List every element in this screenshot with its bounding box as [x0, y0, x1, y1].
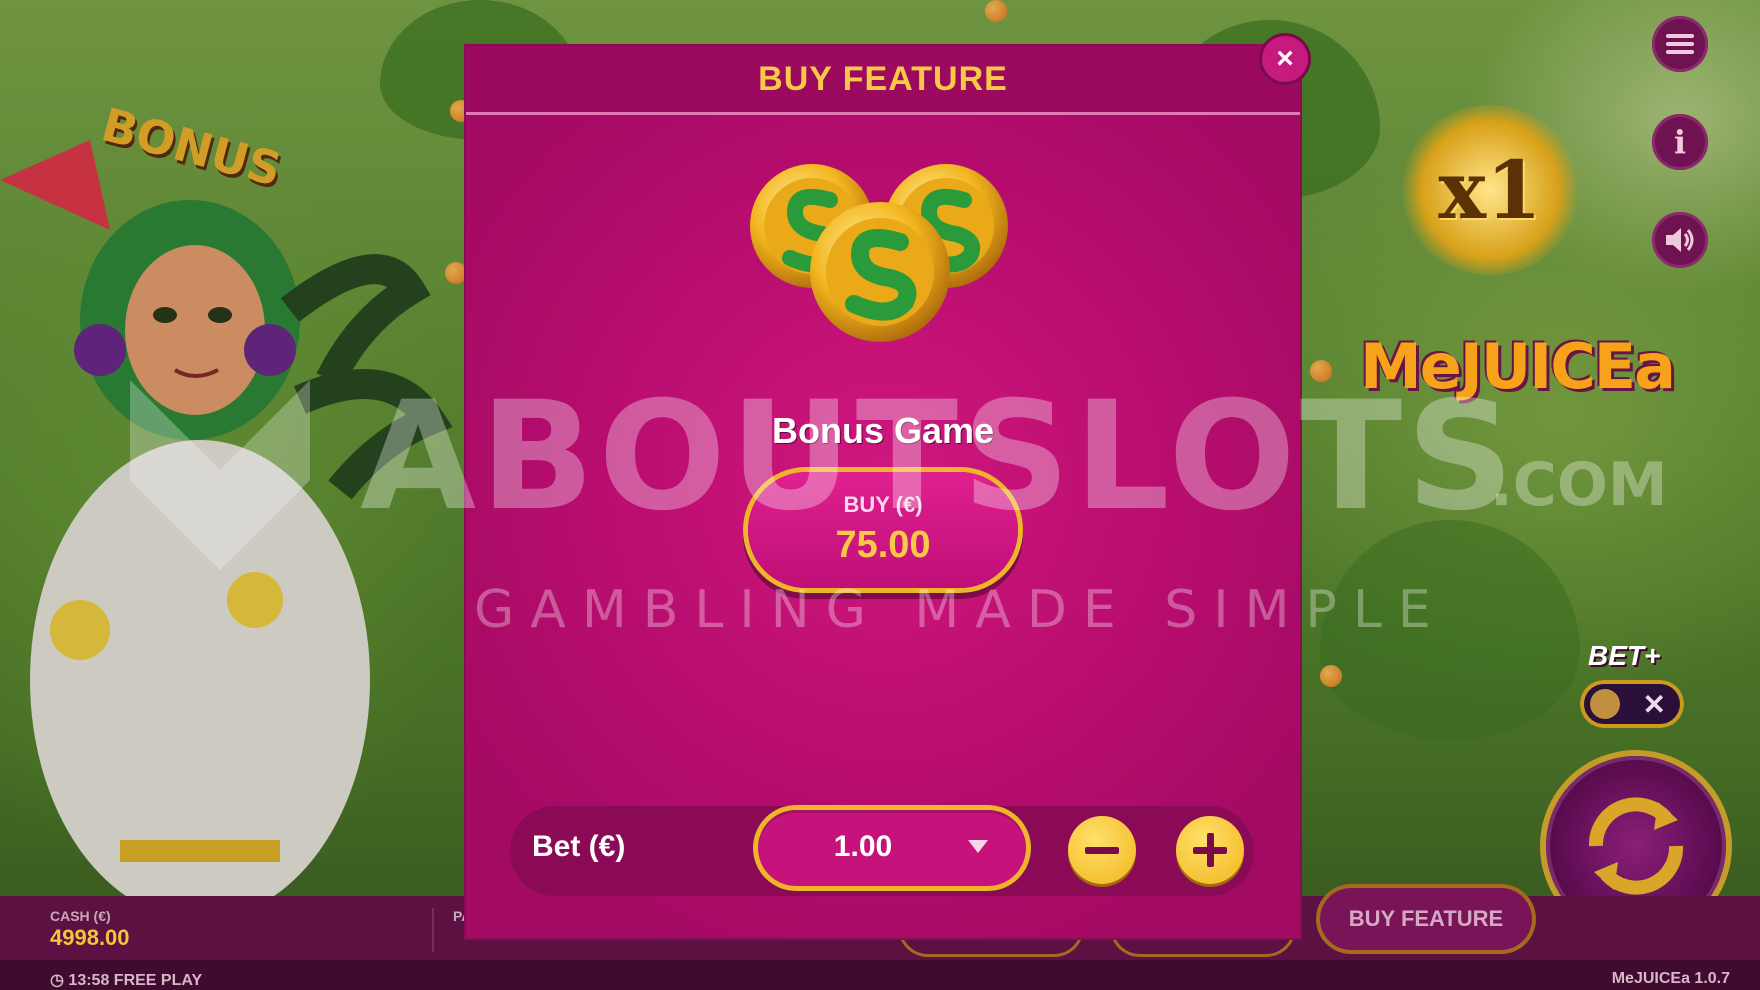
toggle-off-icon: ✕: [1642, 689, 1666, 720]
bet-increase-button[interactable]: [1176, 816, 1244, 884]
clock-icon: ◷: [50, 972, 64, 989]
watermark-logo-icon: [130, 380, 310, 570]
bet-decrease-button[interactable]: [1068, 816, 1136, 884]
cash-value: 4998.00: [50, 925, 130, 950]
spin-icon: [1588, 797, 1684, 895]
watermark-tagline: GAMBLING MADE SIMPLE: [474, 580, 1447, 640]
close-icon: ×: [1276, 42, 1294, 75]
modal-title: BUY FEATURE: [758, 59, 1008, 98]
watermark-main: ABOUTSLOTS: [360, 370, 1519, 544]
bet-value: 1.00: [833, 830, 893, 863]
snake-coin-icon: [810, 202, 950, 342]
cash-label: CASH (€): [50, 908, 111, 924]
buy-feature-button[interactable]: BUY FEATURE: [1316, 884, 1536, 954]
toggle-knob: [1590, 689, 1620, 719]
menu-icon: [1666, 34, 1694, 54]
snake-coins-image: [750, 164, 1008, 342]
info-button[interactable]: i: [1652, 114, 1708, 170]
status-bar: [0, 960, 1760, 990]
sound-icon: [1666, 228, 1694, 252]
close-button[interactable]: ×: [1262, 36, 1308, 82]
bet-label: Bet (€): [532, 830, 626, 863]
bet-plus-label: BET+: [1588, 640, 1661, 671]
plus-icon-vertical: [1207, 833, 1214, 867]
dropdown-caret-icon: [968, 840, 988, 853]
multiplier-value: x1: [1438, 143, 1542, 237]
game-version: MeJUICEa 1.0.7: [1611, 970, 1730, 987]
clock-status: ◷ 13:58 FREE PLAY: [50, 970, 202, 990]
multiplier-badge: x1: [1380, 100, 1600, 280]
menu-button[interactable]: [1652, 16, 1708, 72]
minus-icon: [1085, 847, 1119, 854]
modal-header: BUY FEATURE: [466, 46, 1300, 115]
divider: [432, 908, 434, 952]
watermark-com: .COM: [1490, 450, 1668, 520]
sound-button[interactable]: [1652, 212, 1708, 268]
clock-text: 13:58 FREE PLAY: [68, 972, 203, 989]
info-icon: i: [1673, 123, 1687, 161]
bet-plus-toggle[interactable]: ✕: [1580, 680, 1684, 728]
bet-select[interactable]: 1.00: [758, 810, 1026, 886]
